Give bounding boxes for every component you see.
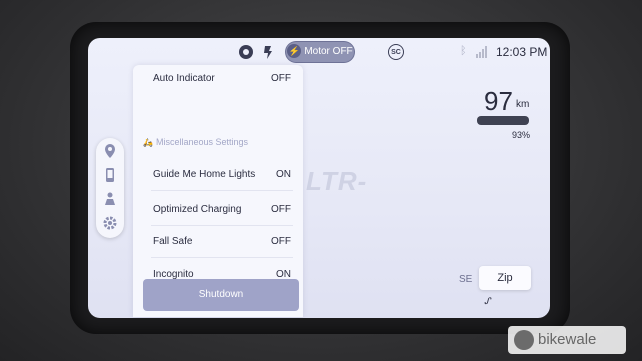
setting-label: Optimized Charging (153, 204, 242, 215)
side-nav-rail (96, 138, 124, 238)
setting-label: Guide Me Home Lights (153, 169, 256, 180)
setting-value[interactable]: ON (276, 169, 291, 180)
bluetooth-icon: ᛒ (460, 45, 467, 57)
rider-icon[interactable] (102, 192, 118, 208)
scooter-icon: 🛵 (143, 138, 153, 147)
status-bar: ⚡ Motor OFF SC ᛒ 12:03 PM (88, 38, 550, 66)
sc-badge: SC (388, 44, 404, 60)
row-divider (151, 257, 293, 258)
section-header-label: Miscellaneous Settings (155, 137, 249, 147)
setting-label: Auto Indicator (153, 73, 215, 84)
setting-label: Fall Safe (153, 236, 193, 247)
gear-icon[interactable] (102, 216, 118, 232)
tpms-icon (238, 44, 254, 60)
setting-value[interactable]: OFF (271, 73, 291, 84)
section-header: 🛵 Miscellaneous Settings (143, 137, 248, 147)
motor-status-pill[interactable]: ⚡ Motor OFF (286, 42, 354, 62)
row-divider (151, 190, 293, 191)
setting-value[interactable]: OFF (271, 204, 291, 215)
range-unit: km (516, 99, 530, 110)
settings-row-auto-indicator[interactable]: Auto Indicator OFF (133, 65, 303, 95)
logo-circle-icon (514, 330, 534, 350)
signal-icon (476, 46, 490, 58)
location-icon[interactable] (102, 144, 118, 160)
bolt-icon: ⚡ (287, 44, 302, 59)
row-divider (151, 225, 293, 226)
phone-icon[interactable] (102, 168, 118, 184)
brand-watermark: LTR- (306, 166, 368, 196)
battery-bar (477, 116, 529, 125)
clock: 12:03 PM (496, 45, 548, 59)
battery-percent: 93% (512, 130, 531, 140)
mode-zip-selected[interactable]: Zip (479, 266, 531, 290)
settings-panel: Auto Indicator OFF 🛵 Miscellaneous Settin… (133, 65, 303, 317)
corner-logo: bikewale (508, 326, 626, 354)
settings-row-optimized-charging[interactable]: Optimized Charging OFF (133, 196, 303, 226)
motor-status-label: Motor OFF (304, 46, 353, 57)
display-screen: ⚡ Motor OFF SC ᛒ 12:03 PM LTR- Auto Indic… (88, 38, 550, 318)
setting-value[interactable]: OFF (271, 236, 291, 247)
mode-se-option[interactable]: SE (459, 274, 472, 285)
mode-indicator-mark: ᔑ (484, 296, 491, 306)
rider-mode-icon (260, 44, 276, 60)
range-value: 97 (484, 86, 513, 116)
settings-row-fall-safe[interactable]: Fall Safe OFF (133, 228, 303, 258)
corner-logo-text: bikewale (538, 331, 597, 348)
shutdown-button[interactable]: Shutdown (143, 279, 299, 311)
settings-row-guide-me-home[interactable]: Guide Me Home Lights ON (133, 161, 303, 191)
